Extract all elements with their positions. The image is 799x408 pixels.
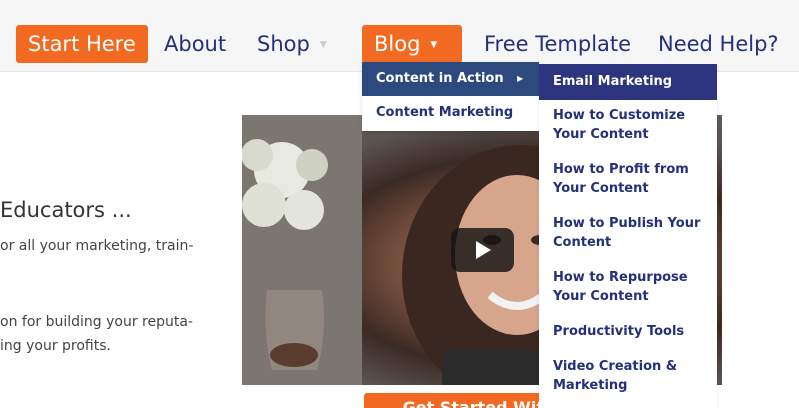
submenu-item-email-marketing[interactable]: Email Marketing [539,64,717,100]
nav-blog-label: Blog [374,32,421,56]
nav-start-here-label: Start Here [28,32,136,56]
nav-free-template-label: Free Template [484,32,632,56]
hero-heading: Educators ... [0,198,132,222]
content-in-action-submenu: Email Marketing How to Customize Your Co… [539,64,717,408]
submenu-item-repurpose-content[interactable]: How to Repurpose Your Content [539,268,717,306]
nav-need-help-label: Need Help? [658,32,779,56]
nav-shop[interactable]: Shop ▼ [257,25,327,63]
submenu-item-video-creation[interactable]: Video Creation & Marketing [539,357,717,395]
hero-text-line: or all your marketing, train- [0,238,194,254]
chevron-down-icon: ▼ [319,40,327,50]
menu-item-content-marketing[interactable]: Content Marketing [362,96,539,130]
menu-item-label: Content in Action [376,71,504,86]
play-icon[interactable] [451,228,514,272]
nav-shop-label: Shop [257,32,310,56]
nav-need-help[interactable]: Need Help? [658,25,779,63]
chevron-down-icon: ▼ [430,40,438,50]
nav-start-here[interactable]: Start Here [16,25,148,63]
chevron-right-icon: ▶ [517,74,524,83]
nav-free-template[interactable]: Free Template [484,25,631,63]
nav-about-label: About [164,32,227,56]
submenu-item-profit-content[interactable]: How to Profit from Your Content [539,160,717,198]
submenu-item-customize-content[interactable]: How to Customize Your Content [539,106,717,144]
submenu-item-publish-content[interactable]: How to Publish Your Content [539,214,717,252]
menu-item-label: Content Marketing [376,105,514,120]
video-thumbnail-flowers [242,115,362,385]
hero-text-line: on for building your reputa- [0,314,193,330]
nav-blog[interactable]: Blog ▼ [362,25,462,63]
hero-text-line: ing your profits. [0,338,111,354]
blog-dropdown-menu: Content in Action ▶ Content Marketing [362,62,539,131]
nav-about[interactable]: About [164,25,226,63]
submenu-item-productivity-tools[interactable]: Productivity Tools [539,322,717,341]
menu-item-content-in-action[interactable]: Content in Action ▶ [362,62,539,96]
